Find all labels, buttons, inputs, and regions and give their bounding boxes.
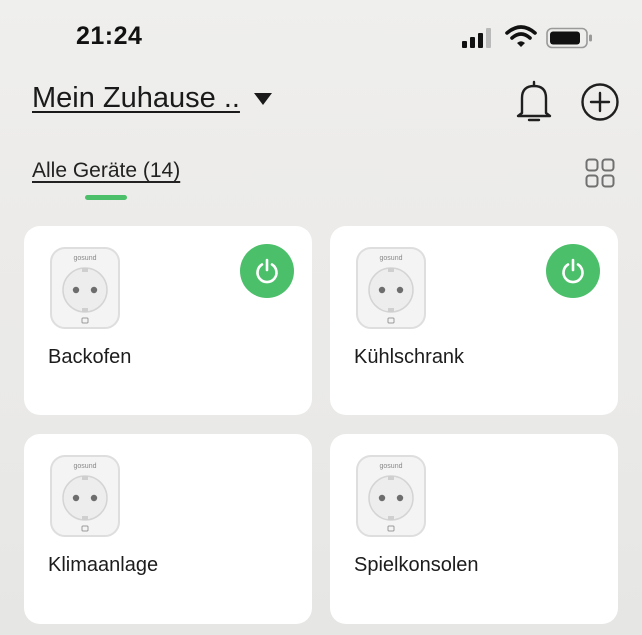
svg-text:gosund: gosund — [380, 255, 403, 262]
smart-plug-icon: gosund — [356, 247, 426, 329]
device-name: Spielkonsolen — [354, 554, 479, 576]
battery-icon — [546, 27, 592, 49]
power-icon — [256, 258, 278, 284]
power-button[interactable] — [240, 244, 294, 298]
svg-text:gosund: gosund — [380, 463, 403, 470]
device-card-klimaanlage[interactable]: gosund Klimaanlage — [24, 434, 312, 624]
device-card-spielkonsolen[interactable]: gosund Spielkonsolen — [330, 434, 618, 624]
status-bar: 21:24 — [0, 0, 642, 70]
device-name: Kühlschrank — [354, 346, 465, 368]
bell-icon[interactable] — [514, 80, 554, 124]
power-icon — [562, 258, 584, 284]
tab-all-devices[interactable]: Alle Geräte (14) — [32, 159, 180, 183]
status-time: 21:24 — [76, 22, 143, 50]
device-name: Backofen — [48, 346, 132, 368]
plus-circle-icon[interactable] — [580, 82, 620, 122]
tab-active-indicator — [85, 195, 127, 200]
wifi-icon — [505, 25, 537, 47]
svg-text:gosund: gosund — [74, 255, 97, 262]
grid-view-icon[interactable] — [585, 158, 615, 188]
cellular-signal-icon — [462, 28, 491, 48]
smart-plug-icon: gosund — [50, 455, 120, 537]
smart-plug-icon: gosund — [356, 455, 426, 537]
home-selector[interactable]: Mein Zuhause .. — [32, 82, 240, 115]
device-name: Klimaanlage — [48, 554, 159, 576]
svg-text:gosund: gosund — [74, 463, 97, 470]
device-card-kuehlschrank[interactable]: gosund Kühlschrank — [330, 226, 618, 415]
device-card-backofen[interactable]: gosund Backofen — [24, 226, 312, 415]
power-button[interactable] — [546, 244, 600, 298]
smart-plug-icon: gosund — [50, 247, 120, 329]
caret-down-icon[interactable] — [254, 93, 272, 105]
